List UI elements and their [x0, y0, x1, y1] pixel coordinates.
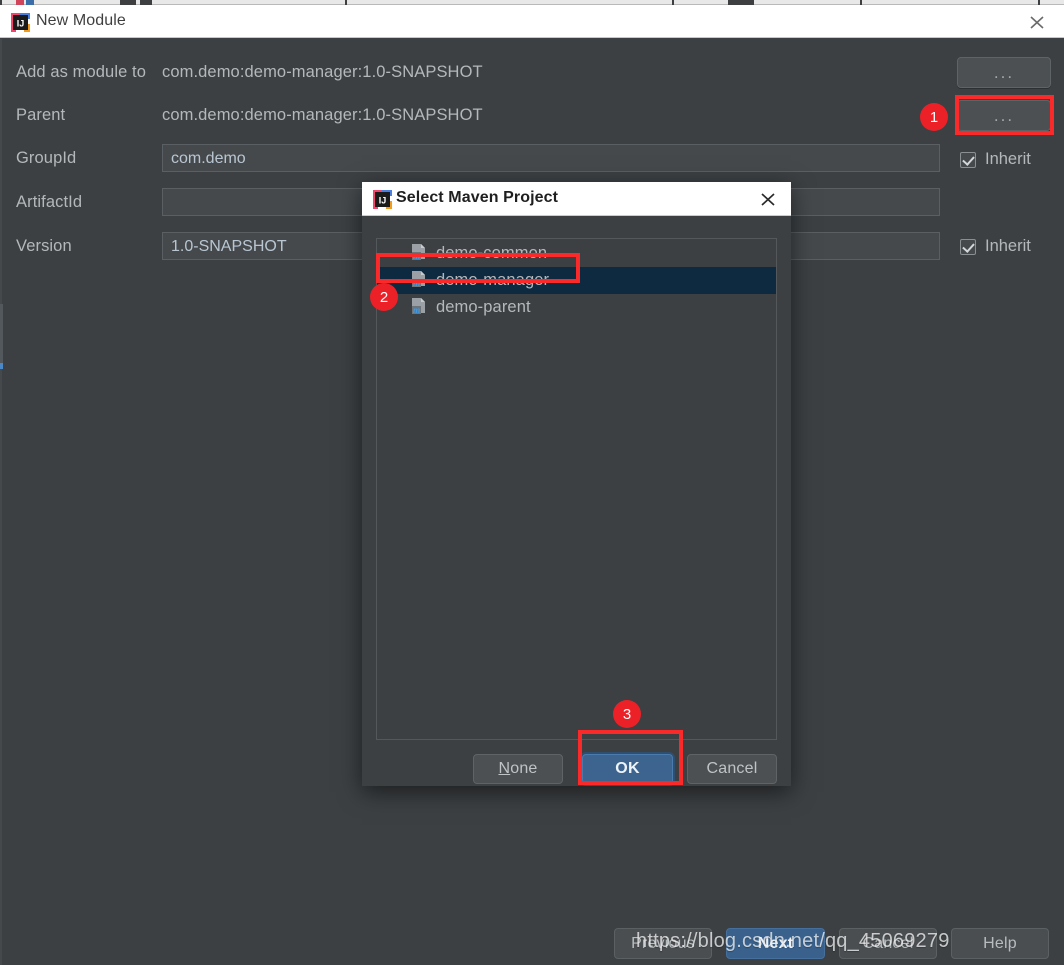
groupid-input[interactable]: com.demo: [162, 144, 940, 172]
svg-text:IJ: IJ: [17, 19, 25, 29]
left-edge-rail: [0, 39, 2, 965]
screen-root: IJ New Module Add as module to com.demo:…: [0, 0, 1064, 965]
modal-title-bar: IJ Select Maven Project: [362, 182, 791, 216]
previous-button[interactable]: Previous: [614, 928, 712, 959]
inherit-label: Inherit: [985, 237, 1031, 255]
inherit-checkbox-groupid[interactable]: Inherit: [960, 150, 1031, 169]
maven-module-icon: m: [411, 270, 428, 292]
none-button[interactable]: None: [473, 754, 563, 784]
left-rail-tick: [0, 304, 3, 364]
help-button[interactable]: Help: [951, 928, 1049, 959]
browse-button-add-as-module-to[interactable]: ...: [957, 57, 1051, 88]
svg-text:m: m: [413, 279, 420, 287]
browse-button-label: ...: [993, 62, 1015, 82]
window-title: New Module: [36, 12, 126, 29]
left-rail-marker: [0, 363, 3, 369]
checkbox-icon: [960, 238, 976, 255]
window-title-bar: IJ New Module: [0, 5, 1064, 38]
close-icon[interactable]: [753, 187, 783, 211]
ok-button[interactable]: OK: [582, 754, 673, 784]
label-groupid: GroupId: [16, 149, 77, 167]
svg-text:m: m: [413, 252, 420, 260]
intellij-idea-logo-icon: IJ: [373, 190, 392, 214]
maven-module-icon: m: [411, 297, 428, 319]
value-parent: com.demo:demo-manager:1.0-SNAPSHOT: [162, 106, 483, 124]
cancel-button[interactable]: Cancel: [839, 928, 937, 959]
label-add-as-module-to: Add as module to: [16, 63, 147, 81]
svg-text:IJ: IJ: [379, 196, 387, 206]
maven-project-list[interactable]: m demo-common m demo-manager m demo-pare…: [376, 238, 777, 740]
svg-text:m: m: [413, 306, 420, 314]
list-item-label: demo-manager: [436, 271, 550, 289]
inherit-label: Inherit: [985, 150, 1031, 168]
inherit-checkbox-version[interactable]: Inherit: [960, 237, 1031, 256]
browse-button-label: ...: [993, 105, 1015, 125]
none-button-label: None: [498, 760, 538, 777]
checkbox-icon: [960, 151, 976, 168]
label-artifactid: ArtifactId: [16, 193, 83, 211]
list-item-demo-manager[interactable]: m demo-manager: [377, 267, 776, 294]
list-item-label: demo-parent: [436, 298, 531, 316]
label-version: Version: [16, 237, 72, 255]
modal-title: Select Maven Project: [396, 189, 559, 206]
maven-module-icon: m: [411, 243, 428, 265]
browse-button-parent[interactable]: ...: [957, 100, 1051, 131]
close-icon[interactable]: [1020, 10, 1054, 34]
list-item-demo-parent[interactable]: m demo-parent: [377, 294, 776, 321]
list-item-label: demo-common: [436, 244, 548, 262]
cancel-button[interactable]: Cancel: [687, 754, 777, 784]
select-maven-project-dialog: IJ Select Maven Project m demo-common m …: [362, 182, 791, 786]
modal-body: m demo-common m demo-manager m demo-pare…: [362, 216, 791, 786]
list-item-demo-common[interactable]: m demo-common: [377, 240, 776, 267]
label-parent: Parent: [16, 106, 66, 124]
intellij-idea-logo-icon: IJ: [11, 13, 30, 37]
value-add-as-module-to: com.demo:demo-manager:1.0-SNAPSHOT: [162, 63, 483, 81]
next-button[interactable]: Next: [726, 928, 825, 959]
